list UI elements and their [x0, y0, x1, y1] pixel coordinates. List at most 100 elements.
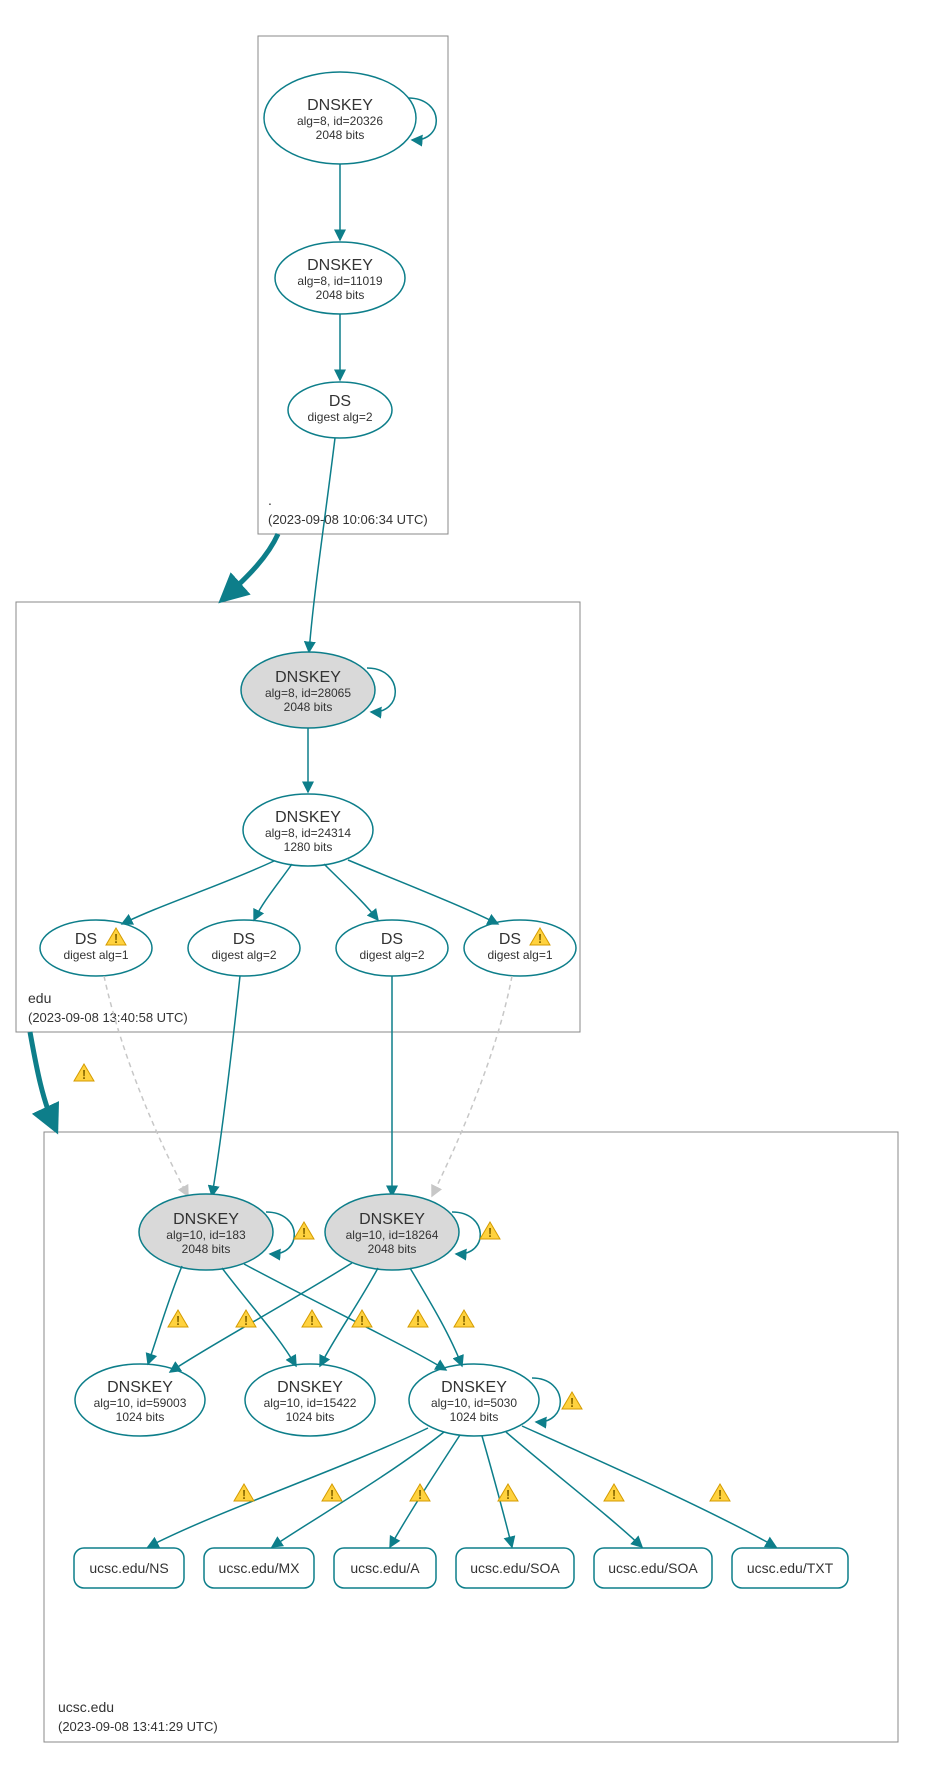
- svg-text:ucsc.edu/NS: ucsc.edu/NS: [89, 1560, 168, 1576]
- svg-text:!: !: [418, 1487, 422, 1502]
- node-dnskey-20326[interactable]: DNSKEY alg=8, id=20326 2048 bits: [264, 72, 416, 164]
- svg-text:!: !: [718, 1487, 722, 1502]
- zone-root-name: .: [268, 492, 272, 508]
- warning-icon[interactable]: !: [294, 1222, 314, 1240]
- warning-icon[interactable]: !: [302, 1310, 322, 1328]
- node-dnskey-15422[interactable]: DNSKEY alg=10, id=15422 1024 bits: [245, 1364, 375, 1436]
- svg-text:alg=10, id=15422: alg=10, id=15422: [264, 1396, 357, 1410]
- svg-text:!: !: [310, 1313, 314, 1328]
- svg-text:ucsc.edu/TXT: ucsc.edu/TXT: [747, 1560, 834, 1576]
- svg-text:DS: DS: [233, 931, 255, 948]
- rr-soa1[interactable]: ucsc.edu/SOA: [456, 1548, 574, 1588]
- svg-text:!: !: [570, 1395, 574, 1410]
- node-dnskey-11019[interactable]: DNSKEY alg=8, id=11019 2048 bits: [275, 242, 405, 314]
- svg-text:!: !: [538, 931, 542, 946]
- svg-text:1024 bits: 1024 bits: [116, 1410, 165, 1424]
- svg-text:DNSKEY: DNSKEY: [441, 1379, 507, 1396]
- svg-text:!: !: [462, 1313, 466, 1328]
- svg-text:DNSKEY: DNSKEY: [275, 669, 341, 686]
- svg-text:DNSKEY: DNSKEY: [307, 97, 373, 114]
- edge-ds4-to-18264: [432, 976, 512, 1196]
- svg-text:digest alg=1: digest alg=1: [487, 948, 552, 962]
- node-ds3[interactable]: DS digest alg=2: [336, 920, 448, 976]
- svg-text:!: !: [176, 1313, 180, 1328]
- svg-text:alg=10, id=183: alg=10, id=183: [166, 1228, 246, 1242]
- svg-text:digest alg=1: digest alg=1: [63, 948, 128, 962]
- warning-icon[interactable]: !: [562, 1392, 582, 1410]
- edge-24314-ds2: [254, 864, 292, 920]
- edge-delegation-edu-ucsc: [30, 1032, 56, 1130]
- svg-text:DS: DS: [499, 931, 521, 948]
- svg-text:DNSKEY: DNSKEY: [359, 1211, 425, 1228]
- node-dnskey-28065[interactable]: DNSKEY alg=8, id=28065 2048 bits: [241, 652, 375, 728]
- zone-ucsc-name: ucsc.edu: [58, 1699, 114, 1715]
- svg-text:DNSKEY: DNSKEY: [107, 1379, 173, 1396]
- rr-a[interactable]: ucsc.edu/A: [334, 1548, 436, 1588]
- edge-delegation-root-edu: [222, 534, 278, 600]
- edge-24314-ds1: [122, 861, 274, 924]
- edge-ds2-to-183: [212, 976, 240, 1196]
- edge-5030-ns: [148, 1428, 428, 1547]
- warning-icon[interactable]: !: [74, 1064, 94, 1082]
- svg-text:1024 bits: 1024 bits: [286, 1410, 335, 1424]
- svg-text:2048 bits: 2048 bits: [316, 128, 365, 142]
- rr-txt[interactable]: ucsc.edu/TXT: [732, 1548, 848, 1588]
- edge-5030-a: [390, 1435, 460, 1547]
- svg-text:DS: DS: [75, 931, 97, 948]
- svg-text:!: !: [244, 1313, 248, 1328]
- svg-text:digest alg=2: digest alg=2: [307, 410, 372, 424]
- svg-text:alg=10, id=18264: alg=10, id=18264: [346, 1228, 439, 1242]
- node-dnskey-5030[interactable]: DNSKEY alg=10, id=5030 1024 bits: [409, 1364, 539, 1436]
- warning-icon[interactable]: !: [710, 1484, 730, 1502]
- warning-icon[interactable]: !: [480, 1222, 500, 1240]
- node-dnskey-59003[interactable]: DNSKEY alg=10, id=59003 1024 bits: [75, 1364, 205, 1436]
- svg-text:2048 bits: 2048 bits: [316, 288, 365, 302]
- edge-18264-59003: [170, 1263, 352, 1372]
- svg-text:2048 bits: 2048 bits: [284, 700, 333, 714]
- edge-24314-ds3: [324, 864, 378, 920]
- node-dnskey-24314[interactable]: DNSKEY alg=8, id=24314 1280 bits: [243, 794, 373, 866]
- node-ds4-warn[interactable]: DS digest alg=1: [464, 920, 576, 976]
- svg-text:2048 bits: 2048 bits: [368, 1242, 417, 1256]
- warning-icon[interactable]: !: [604, 1484, 624, 1502]
- warning-icon[interactable]: !: [168, 1310, 188, 1328]
- svg-text:digest alg=2: digest alg=2: [359, 948, 424, 962]
- warning-icon[interactable]: !: [408, 1310, 428, 1328]
- svg-text:DS: DS: [329, 393, 351, 410]
- svg-text:DNSKEY: DNSKEY: [173, 1211, 239, 1228]
- rr-mx[interactable]: ucsc.edu/MX: [204, 1548, 314, 1588]
- warning-icon[interactable]: !: [236, 1310, 256, 1328]
- warning-icon[interactable]: !: [352, 1310, 372, 1328]
- svg-text:!: !: [302, 1225, 306, 1240]
- rr-soa2[interactable]: ucsc.edu/SOA: [594, 1548, 712, 1588]
- svg-text:1280 bits: 1280 bits: [284, 840, 333, 854]
- node-dnskey-18264[interactable]: DNSKEY alg=10, id=18264 2048 bits: [325, 1194, 459, 1270]
- svg-text:DNSKEY: DNSKEY: [277, 1379, 343, 1396]
- node-ds1-warn[interactable]: DS digest alg=1: [40, 920, 152, 976]
- edge-ds-to-28065: [309, 438, 335, 652]
- svg-text:digest alg=2: digest alg=2: [211, 948, 276, 962]
- warning-icon[interactable]: !: [498, 1484, 518, 1502]
- warning-icon[interactable]: !: [322, 1484, 342, 1502]
- warning-icon[interactable]: !: [454, 1310, 474, 1328]
- svg-text:!: !: [114, 931, 118, 946]
- svg-text:!: !: [488, 1225, 492, 1240]
- svg-text:ucsc.edu/SOA: ucsc.edu/SOA: [608, 1560, 698, 1576]
- svg-text:!: !: [242, 1487, 246, 1502]
- svg-text:!: !: [416, 1313, 420, 1328]
- svg-text:DS: DS: [381, 931, 403, 948]
- node-ds-edu[interactable]: DS digest alg=2: [288, 382, 392, 438]
- node-dnskey-183[interactable]: DNSKEY alg=10, id=183 2048 bits: [139, 1194, 273, 1270]
- svg-text:alg=10, id=5030: alg=10, id=5030: [431, 1396, 517, 1410]
- warning-icon[interactable]: !: [234, 1484, 254, 1502]
- node-ds2[interactable]: DS digest alg=2: [188, 920, 300, 976]
- svg-text:alg=8, id=24314: alg=8, id=24314: [265, 826, 351, 840]
- svg-text:1024 bits: 1024 bits: [450, 1410, 499, 1424]
- edge-ds1-to-183: [104, 976, 188, 1196]
- svg-text:!: !: [330, 1487, 334, 1502]
- rr-ns[interactable]: ucsc.edu/NS: [74, 1548, 184, 1588]
- svg-text:!: !: [506, 1487, 510, 1502]
- zone-edu-ts: (2023-09-08 13:40:58 UTC): [28, 1010, 188, 1025]
- svg-text:!: !: [612, 1487, 616, 1502]
- svg-text:alg=8, id=20326: alg=8, id=20326: [297, 114, 383, 128]
